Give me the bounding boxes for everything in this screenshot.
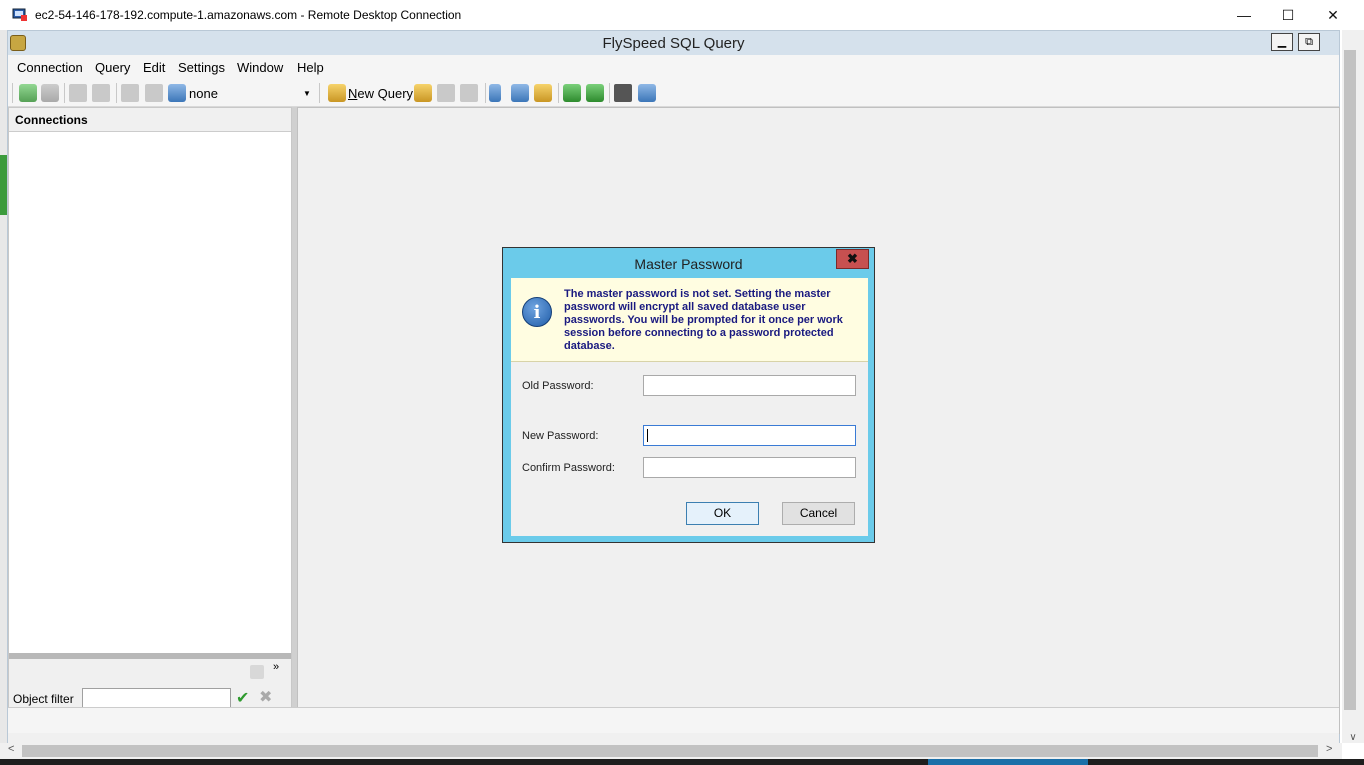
new-query-accelerator: N [348,86,358,101]
cancel-button[interactable]: Cancel [782,502,855,525]
status-bar [8,707,1339,733]
horizontal-scrollbar-thumb[interactable] [22,745,1318,757]
toolbar-separator [116,83,117,103]
menu-bar: Connection Query Edit Settings Window He… [8,55,1339,79]
desktop-background-fragment [0,155,7,215]
menu-query[interactable]: Query [95,60,130,75]
taskbar-item-fragment [928,759,1088,765]
delete-connection-icon[interactable] [41,84,59,102]
toolbar-grip [12,83,13,103]
app-title: FlySpeed SQL Query [602,35,745,52]
mdi-minimize-button[interactable]: ▁ [1271,33,1293,51]
connections-panel: Connections » Object filter ✔ ✖ [8,107,292,735]
connection-dropdown-icon[interactable]: ▼ [303,89,311,98]
new-password-label: New Password: [522,430,599,442]
properties-icon[interactable] [145,84,163,102]
new-query-icon [328,84,346,102]
toolbar-separator [319,83,320,103]
toolbar-separator [609,83,610,103]
active-connection-plug-icon [168,84,186,102]
disconnect-plug-icon[interactable] [92,84,110,102]
undo-icon[interactable] [563,84,581,102]
minimize-button[interactable]: — [1221,0,1267,30]
redo-icon[interactable] [586,84,604,102]
apply-filter-icon[interactable]: ✔ [236,688,249,708]
confirm-password-field[interactable] [643,457,856,478]
desktop-edge [0,30,7,765]
taskbar-edge [0,759,1364,765]
old-password-label: Old Password: [522,380,594,392]
vertical-scrollbar[interactable]: ∨ [1342,30,1364,743]
find-binoculars-icon[interactable] [614,84,632,102]
connect-plug-icon[interactable] [69,84,87,102]
old-password-field[interactable] [643,375,856,396]
maximize-icon: ☐ [1281,6,1295,23]
ok-button[interactable]: OK [686,502,759,525]
dialog-close-button[interactable]: ✖ [836,249,869,269]
vertical-scrollbar-thumb[interactable] [1344,50,1356,710]
mdi-restore-button[interactable]: ⧉ [1298,33,1320,51]
menu-connection[interactable]: Connection [17,60,83,75]
info-message: The master password is not set. Setting … [564,288,843,352]
scroll-down-icon[interactable]: ∨ [1342,732,1364,743]
new-query-button[interactable]: New Query [348,86,413,101]
confirm-password-label: Confirm Password: [522,462,615,474]
toolbar-separator [485,83,486,103]
save-all-icon[interactable] [460,84,478,102]
info-message-box: i The master password is not set. Settin… [511,278,868,362]
connections-header: Connections [9,108,291,132]
copy-icon[interactable] [511,84,529,102]
text-caret [647,429,648,442]
connection-select[interactable]: none [189,86,218,101]
rdp-window-title: ec2-54-146-178-192.compute-1.amazonaws.c… [35,8,462,22]
dialog-title: Master Password [634,256,743,272]
horizontal-scrollbar[interactable]: < > [0,743,1342,759]
rdp-title-bar: ec2-54-146-178-192.compute-1.amazonaws.c… [0,0,1364,30]
database-object-icon[interactable] [250,665,264,679]
minimize-icon: — [1237,7,1251,23]
more-options-icon[interactable]: » [273,661,279,673]
object-filter-label: Object filter [13,692,74,706]
new-query-label: ew Query [357,86,414,101]
scroll-right-icon[interactable]: > [1326,743,1332,755]
paste-icon[interactable] [534,84,552,102]
close-icon: ✖ [847,251,858,266]
object-filter-input[interactable] [82,688,231,709]
master-password-dialog: Master Password ✖ i The master password … [502,247,875,543]
toolbar-separator [64,83,65,103]
menu-edit[interactable]: Edit [143,60,165,75]
close-icon: ✕ [1327,6,1339,23]
cut-icon[interactable] [489,84,501,102]
app-title-bar: FlySpeed SQL Query ▁ ⧉ [8,31,1339,55]
replace-icon[interactable] [638,84,656,102]
refresh-icon[interactable] [121,84,139,102]
clear-filter-icon[interactable]: ✖ [259,687,272,707]
new-connection-icon[interactable] [19,84,37,102]
close-window-button[interactable]: ✕ [1310,0,1356,30]
maximize-button[interactable]: ☐ [1265,0,1311,30]
new-password-field[interactable] [643,425,856,446]
info-icon: i [522,297,552,327]
menu-help[interactable]: Help [297,60,324,75]
open-folder-icon[interactable] [414,84,432,102]
save-icon[interactable] [437,84,455,102]
remote-desktop-icon [12,8,27,21]
dialog-body: i The master password is not set. Settin… [511,278,868,536]
menu-settings[interactable]: Settings [178,60,225,75]
mdi-minimize-icon: ▁ [1277,36,1287,48]
scroll-left-icon[interactable]: < [8,743,14,755]
menu-window[interactable]: Window [237,60,283,75]
toolbar-separator [558,83,559,103]
mdi-restore-icon: ⧉ [1305,36,1313,48]
main-toolbar: none ▼ New Query [8,79,1339,107]
